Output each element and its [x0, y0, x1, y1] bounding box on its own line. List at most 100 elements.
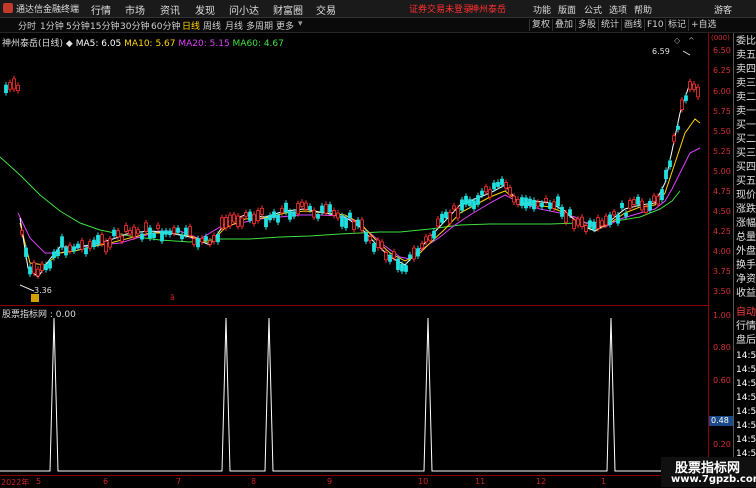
candle-body [368, 236, 372, 242]
menu-zixun[interactable]: 资讯 [160, 2, 180, 17]
period-5min[interactable]: 5分钟 [66, 19, 90, 32]
candle-body [44, 264, 48, 271]
candle-body [660, 189, 664, 201]
indicator-line [0, 317, 706, 472]
fuquan-button[interactable]: 复权 [529, 19, 552, 31]
buy1-label: 买一 [736, 120, 756, 131]
menu-jiaoyi[interactable]: 交易 [316, 2, 336, 17]
tick-time: 14:50 [736, 365, 756, 375]
event-marker-icon[interactable] [31, 294, 39, 302]
candle-body [392, 251, 396, 259]
ma60-line [0, 156, 681, 243]
ytick: 4.00 [713, 247, 731, 256]
candle-body [84, 247, 88, 255]
auto-label[interactable]: 自动 [736, 306, 756, 320]
tongji-button[interactable]: 统计 [598, 19, 621, 31]
high-price-label: 6.59 [652, 47, 670, 56]
buy4-label: 买四 [736, 162, 756, 173]
candle-body [164, 230, 168, 235]
ma60-label: MA60: 4.67 [232, 39, 284, 49]
kline-chart[interactable]: 神州泰岳(日线) ◆ MA5: 6.05 MA10: 5.67 MA20: 5.… [0, 33, 709, 306]
chart-chevron-icon[interactable]: ◆ [66, 39, 76, 49]
candle-body [276, 214, 280, 223]
period-monthly[interactable]: 月线 [225, 19, 243, 32]
period-60min[interactable]: 60分钟 [151, 19, 180, 32]
candle-body [548, 202, 552, 209]
candle-body [40, 263, 44, 271]
candles-group [4, 75, 700, 279]
indicator-panel[interactable]: 股票指标网 : 0.00 [0, 306, 709, 475]
candle-body [468, 199, 472, 206]
candle-body [384, 252, 388, 261]
menu-bangzhu[interactable]: 帮助 [634, 3, 652, 16]
ytick: 5.50 [713, 127, 731, 136]
candle-body [616, 214, 620, 224]
diejia-button[interactable]: 叠加 [552, 19, 575, 31]
candle-body [32, 262, 36, 274]
change-pct-label: 涨幅 [736, 218, 756, 229]
duogu-button[interactable]: 多股 [575, 19, 598, 31]
quote-tab[interactable]: 行情 [736, 320, 756, 334]
menu-gongshi[interactable]: 公式 [584, 3, 602, 16]
candle-body [656, 195, 660, 205]
earnings-label: 收益 [736, 288, 756, 299]
candle-body [204, 236, 208, 241]
candle-body [316, 214, 320, 219]
period-daily[interactable]: 日线 [182, 19, 200, 32]
candle-body [304, 202, 308, 210]
chart-collapse-icon[interactable]: ^ [688, 36, 695, 45]
menu-youke[interactable]: 游客 [714, 3, 732, 16]
period-15min[interactable]: 15分钟 [90, 19, 119, 32]
chart-legend: 神州泰岳(日线) ◆ MA5: 6.05 MA10: 5.67 MA20: 5.… [2, 36, 284, 49]
indicator-svg [0, 317, 706, 472]
huaxian-button[interactable]: 画线 [621, 19, 644, 31]
stock-name-title: 神州泰岳 [470, 5, 507, 15]
biaoji-button[interactable]: 标记 [665, 19, 688, 31]
candle-body [144, 222, 148, 232]
candle-body [536, 201, 540, 207]
period-1min[interactable]: 1分钟 [40, 19, 64, 32]
add-watchlist-button[interactable]: +自选 [688, 19, 719, 31]
event-marker-small-icon[interactable]: ā [170, 293, 175, 302]
menu-caifuquan[interactable]: 财富圈 [273, 2, 303, 17]
candle-body [140, 233, 144, 240]
afterhours-tab[interactable]: 盘后 [736, 334, 756, 348]
menu-shichang[interactable]: 市场 [125, 2, 145, 17]
ytick: 5.75 [713, 107, 731, 116]
tick-time: 14:50 [736, 407, 756, 417]
more-chevron-icon[interactable]: ▾ [298, 19, 303, 29]
period-multi[interactable]: 多周期 [246, 19, 273, 32]
buy2-label: 买二 [736, 134, 756, 145]
buy3-label: 买三 [736, 148, 756, 159]
candle-body [568, 209, 572, 216]
candle-body [172, 227, 176, 234]
candle-body [324, 203, 328, 214]
netasset-label: 净资 [736, 274, 756, 285]
menu-faxian[interactable]: 发现 [195, 2, 215, 17]
candle-body [672, 135, 676, 142]
period-weekly[interactable]: 周线 [203, 19, 221, 32]
f10-button[interactable]: F10 [644, 19, 666, 31]
candle-body [516, 199, 520, 205]
candle-body [624, 212, 628, 217]
chart-settings-icon[interactable]: ◇ [674, 36, 680, 45]
menu-xuanxiang[interactable]: 选项 [609, 3, 627, 16]
candle-body [292, 211, 296, 217]
candle-body [432, 230, 436, 239]
candle-body [256, 210, 260, 222]
login-alert[interactable]: 证券交易未登录 [409, 2, 472, 15]
candle-body [644, 206, 648, 213]
candle-body [132, 226, 136, 238]
menu-banmian[interactable]: 版面 [558, 3, 576, 16]
period-30min[interactable]: 30分钟 [120, 19, 149, 32]
candle-body [456, 207, 460, 219]
period-more[interactable]: 更多 [276, 19, 294, 32]
candle-body [200, 237, 204, 243]
menu-wenxiaoda[interactable]: 问小达 [229, 2, 259, 17]
ma5-line [19, 82, 699, 278]
candle-body [344, 217, 348, 229]
period-fenshi[interactable]: 分时 [18, 19, 36, 32]
menu-hangqing[interactable]: 行情 [91, 2, 111, 17]
menu-gongneng[interactable]: 功能 [533, 3, 551, 16]
title-bar: 通达信金融终端 行情 市场 资讯 发现 问小达 财富圈 交易 证券交易未登录 神… [0, 0, 756, 18]
